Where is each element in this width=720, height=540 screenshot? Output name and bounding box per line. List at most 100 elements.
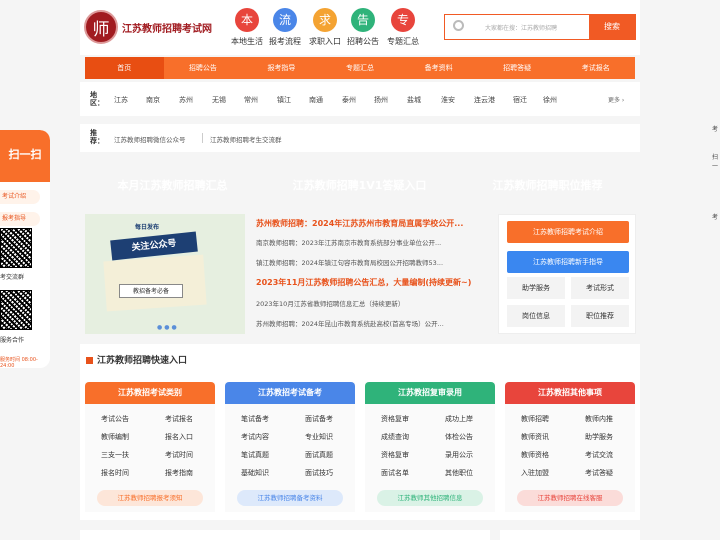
card-title[interactable]: 江苏教招其他事项: [505, 382, 635, 404]
carousel-dots[interactable]: ●●●: [157, 324, 179, 331]
card-link[interactable]: 考试内容: [241, 432, 269, 442]
menu-item[interactable]: 首页: [85, 57, 164, 79]
card-link[interactable]: 笔试备考: [241, 414, 269, 424]
nav-item[interactable]: 求求职入口: [306, 8, 344, 47]
area-city[interactable]: 扬州: [374, 95, 388, 105]
edge-text: 考: [712, 214, 719, 221]
card-link[interactable]: 其他职位: [445, 468, 473, 478]
card-link[interactable]: 报名时间: [101, 468, 129, 478]
card-link[interactable]: 教师资讯: [521, 432, 549, 442]
card-link[interactable]: 体检公告: [445, 432, 473, 442]
card-link[interactable]: 资格复审: [381, 414, 409, 424]
paper-graphic: [103, 254, 207, 312]
news-item[interactable]: 2023年11月江苏教师招聘公告汇总，大量编制(持续更新~): [256, 277, 488, 288]
float-tag[interactable]: 考试介绍: [0, 190, 40, 204]
card-link[interactable]: 教师内推: [585, 414, 613, 424]
nav-item[interactable]: 本本地生活: [228, 8, 266, 47]
card-link[interactable]: 面试备考: [305, 414, 333, 424]
area-city[interactable]: 常州: [244, 95, 258, 105]
nav-item[interactable]: 告招聘公告: [344, 8, 382, 47]
card-link[interactable]: 面试真题: [305, 450, 333, 460]
search-button[interactable]: 搜索: [589, 15, 635, 39]
card-link[interactable]: 入驻加盟: [521, 468, 549, 478]
card-link[interactable]: 考试答疑: [585, 468, 613, 478]
area-city[interactable]: 连云港: [474, 95, 495, 105]
card-link[interactable]: 基础知识: [241, 468, 269, 478]
recommend-link-wechat[interactable]: 江苏教师招聘微信公众号: [114, 134, 186, 144]
card-link[interactable]: 考试报名: [165, 414, 193, 424]
area-city[interactable]: 南京: [146, 95, 160, 105]
recommend-link-group[interactable]: 江苏教师招聘考生交流群: [210, 134, 282, 144]
exam-intro-button[interactable]: 江苏教师招聘考试介绍: [507, 221, 629, 243]
area-city[interactable]: 宿迁: [513, 95, 527, 105]
card-link[interactable]: 面试技巧: [305, 468, 333, 478]
card-link[interactable]: 考试时间: [165, 450, 193, 460]
card-link[interactable]: 三支一扶: [101, 450, 129, 460]
nav-item[interactable]: 专专题汇总: [384, 8, 422, 47]
card-link[interactable]: 成功上岸: [445, 414, 473, 424]
card-footer-link[interactable]: 江苏教师招聘在线客服: [517, 490, 623, 506]
side-item[interactable]: 职位推荐: [571, 305, 629, 327]
area-city[interactable]: 镇江: [277, 95, 291, 105]
side-item[interactable]: 考试形式: [571, 277, 629, 299]
beginner-guide-button[interactable]: 江苏教师招聘新手指导: [507, 251, 629, 273]
card-footer-link[interactable]: 江苏教师招聘备考资料: [237, 490, 343, 506]
banner-monthly-summary[interactable]: 本月江苏教师招聘汇总: [85, 168, 260, 204]
menu-item[interactable]: 专题汇总: [321, 57, 400, 79]
site-logo-icon[interactable]: 师: [84, 10, 118, 44]
carousel[interactable]: 每日发布 关注公众号 教招备考必备 ●●●: [85, 214, 245, 334]
nav-item[interactable]: 流报考流程: [266, 8, 304, 47]
nav-icon: 求: [313, 8, 337, 32]
side-item[interactable]: 岗位信息: [507, 305, 565, 327]
card-title[interactable]: 江苏教招考试备考: [225, 382, 355, 404]
card-link[interactable]: 考试交流: [585, 450, 613, 460]
card-footer-link[interactable]: 江苏教师其他招聘信息: [377, 490, 483, 506]
news-item[interactable]: 苏州教师招聘：2024年江苏苏州市教育局直属学校公开...: [256, 218, 488, 229]
area-city[interactable]: 盐城: [407, 95, 421, 105]
card-link[interactable]: 教师资格: [521, 450, 549, 460]
qr-label: 考交流群: [0, 274, 25, 281]
menu-item[interactable]: 报考指导: [242, 57, 321, 79]
float-tag[interactable]: 报考指导: [0, 212, 40, 226]
card-title[interactable]: 江苏教招考试类别: [85, 382, 215, 404]
menu-item[interactable]: 招聘公告: [164, 57, 243, 79]
card-link[interactable]: 教师招聘: [521, 414, 549, 424]
banner-qa-entry[interactable]: 江苏教师招聘1V1答疑入口: [272, 168, 447, 204]
menu-item[interactable]: 考试报名: [556, 57, 635, 79]
site-name[interactable]: 江苏教师招聘考试网: [122, 20, 212, 35]
news-item[interactable]: 镇江教师招聘：2024年镇江句容市教育局校园公开招聘教师53...: [256, 257, 488, 267]
card-link[interactable]: 录用公示: [445, 450, 473, 460]
area-city[interactable]: 苏州: [179, 95, 193, 105]
card-link[interactable]: 成绩查询: [381, 432, 409, 442]
card-link[interactable]: 笔试真题: [241, 450, 269, 460]
area-city[interactable]: 泰州: [342, 95, 356, 105]
card-link[interactable]: 资格复审: [381, 450, 409, 460]
area-more-link[interactable]: 更多 ›: [608, 95, 624, 104]
edge-text: 考: [712, 126, 719, 133]
menu-item[interactable]: 招聘答疑: [478, 57, 557, 79]
card-link[interactable]: 报名入口: [165, 432, 193, 442]
card-link[interactable]: 报考指南: [165, 468, 193, 478]
card-link[interactable]: 考试公告: [101, 414, 129, 424]
card-link[interactable]: 教师编制: [101, 432, 129, 442]
nav-label: 专题汇总: [387, 37, 419, 46]
bottom-strip: [500, 530, 640, 540]
card-link[interactable]: 面试名单: [381, 468, 409, 478]
news-item[interactable]: 苏州教师招聘：2024年昆山市教育系统赴高校(首高专场）公开...: [256, 318, 488, 328]
search-box[interactable]: 大家都在搜：江苏教师招聘 搜索: [444, 14, 636, 40]
banner-job-recommend[interactable]: 江苏教师招聘职位推荐: [460, 168, 635, 204]
card-link[interactable]: 专业知识: [305, 432, 333, 442]
area-city[interactable]: 无锡: [212, 95, 226, 105]
area-city[interactable]: 江苏: [114, 95, 128, 105]
card-footer-link[interactable]: 江苏教师招聘报考须知: [97, 490, 203, 506]
area-city[interactable]: 南通: [309, 95, 323, 105]
news-item[interactable]: 南京教师招聘：2023年江苏南京市教育系统部分事业单位公开...: [256, 237, 488, 247]
card-link[interactable]: 助学服务: [585, 432, 613, 442]
menu-item[interactable]: 备考资料: [399, 57, 478, 79]
search-input[interactable]: 大家都在搜：江苏教师招聘: [485, 23, 557, 32]
card-title[interactable]: 江苏教招复审录用: [365, 382, 495, 404]
area-city[interactable]: 淮安: [441, 95, 455, 105]
news-item[interactable]: 2023年10月江苏省教师招聘信息汇总（持续更新）: [256, 298, 488, 308]
side-item[interactable]: 助学服务: [507, 277, 565, 299]
area-city[interactable]: 徐州: [543, 95, 557, 105]
